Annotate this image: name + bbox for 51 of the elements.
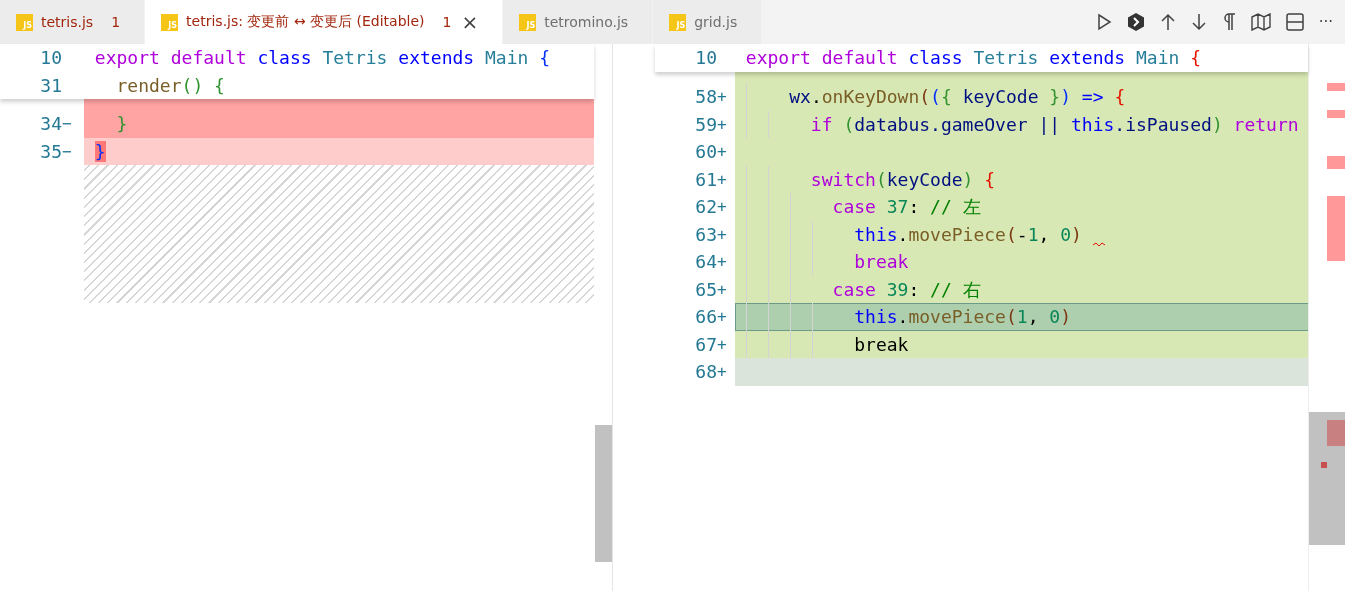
line-number: 35 [39, 139, 62, 164]
line-number: 63 [694, 222, 717, 247]
sticky-code-line: export default class Tetris extends Main { [744, 46, 1203, 70]
js-file-icon: JS [161, 13, 179, 31]
diff-sign: + [717, 168, 728, 191]
pilcrow-icon[interactable] [1221, 13, 1236, 31]
diff-sign: + [717, 278, 728, 301]
line-number: 60 [694, 140, 717, 164]
js-file-icon: JS [669, 13, 687, 31]
diff-sign: + [717, 306, 728, 328]
js-file-icon: JS [16, 13, 33, 31]
line-number: 34 [39, 112, 62, 136]
line-number: 61 [694, 167, 717, 192]
close-icon[interactable]: × [461, 10, 479, 34]
scrollbar-thumb[interactable] [595, 425, 612, 562]
line-number: 62 [694, 195, 717, 219]
warning-squiggle-icon [1092, 241, 1105, 247]
arrow-up-icon[interactable] [1159, 13, 1176, 31]
diff-sign: − [62, 140, 73, 163]
diff-sign: + [717, 223, 728, 246]
editor-tab[interactable]: JS grid.js [653, 0, 763, 44]
hexagon-icon[interactable] [1126, 12, 1145, 32]
diff-sign: + [717, 333, 728, 356]
arrow-down-icon[interactable] [1190, 13, 1207, 31]
line-number: 10 [39, 46, 62, 70]
sticky-code-line: export default class Tetris extends Main { [93, 46, 552, 70]
diff-sign: + [717, 196, 728, 218]
line-number: 67 [694, 332, 717, 357]
editor-tab[interactable]: JS tetromino.js [503, 0, 654, 44]
line-number: 66 [694, 305, 717, 329]
line-number: 59 [694, 112, 717, 137]
line-number: 68 [694, 360, 717, 384]
line-number: 58 [694, 85, 717, 109]
line-number: 64 [694, 250, 717, 274]
line-number: 31 [39, 73, 62, 98]
diff-sign: + [717, 251, 728, 273]
diff-sign: + [717, 113, 728, 136]
run-icon[interactable] [1095, 13, 1112, 31]
editor-tab[interactable]: JS tetris.js 1 [0, 0, 146, 44]
line-number: 65 [694, 277, 717, 302]
sticky-code-line: render() { [115, 73, 226, 98]
diff-sign: − [62, 113, 73, 135]
diff-sign: + [717, 86, 728, 108]
more-actions-button[interactable]: ··· [1318, 13, 1333, 31]
diff-sign: + [717, 141, 728, 163]
split-editor-icon[interactable] [1285, 13, 1304, 31]
js-file-icon: JS [519, 13, 537, 31]
map-icon[interactable] [1250, 13, 1271, 31]
editor-tab[interactable]: JS tetris.js: 变更前 ↔ 变更后 (Editable) 1 × [145, 0, 504, 44]
line-number: 10 [694, 46, 717, 70]
diff-sign: + [717, 361, 728, 383]
